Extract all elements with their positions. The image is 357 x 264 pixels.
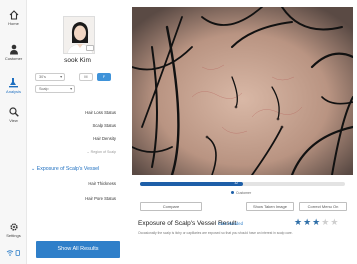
menu-vessel-label: Exposure of Scalp's Vessel [36, 166, 100, 172]
nav-analysis-label: Analysis [6, 89, 21, 94]
slider-legend: Customer [231, 191, 251, 195]
legend-dot [231, 191, 234, 194]
nav-settings-label: Settings [6, 233, 21, 238]
nav-view[interactable]: View [0, 107, 27, 123]
gender-female-toggle[interactable]: F [97, 73, 111, 81]
menu-hair-loss-status[interactable]: Hair Loss Status [85, 110, 116, 115]
star-filled-icon: ★ [303, 217, 313, 227]
status-badge: Care Needed [218, 221, 243, 226]
scalp-image [132, 7, 353, 175]
customer-icon [9, 44, 18, 55]
menu-exposure-of-scalp-vessel[interactable]: ⌄ Exposure of Scalp's Vessel [31, 166, 99, 172]
show-taken-image-button[interactable]: Show Taken Image [246, 202, 294, 211]
gender-male-toggle[interactable]: M [79, 73, 93, 81]
menu-hair-density[interactable]: Hair Density [93, 136, 116, 141]
search-icon [8, 107, 19, 117]
star-filled-icon: ★ [312, 217, 322, 227]
menu-scalp-status[interactable]: Scalp Status [92, 123, 116, 128]
show-all-results-button[interactable]: Show All Results [36, 241, 120, 258]
slider-fill: 32 [140, 181, 243, 186]
menu-region-of-scalp[interactable]: ⌄ Region of Scalp [87, 150, 116, 154]
wifi-icon [6, 250, 20, 256]
slider-value: 32 [234, 181, 239, 185]
nav-view-label: View [9, 118, 18, 123]
customer-name: sook Kim [64, 57, 91, 64]
category-value: Scalp [39, 87, 49, 91]
compare-button[interactable]: Compare [140, 202, 202, 211]
correct-menu-button[interactable]: Correct Menu On [299, 202, 347, 211]
menu-hair-thickness[interactable]: Hair Thickness [88, 181, 116, 186]
scalp-microscope-image[interactable] [132, 7, 353, 175]
rail-status-icons [0, 250, 27, 256]
age-dropdown[interactable]: 30's ▾ [35, 73, 65, 81]
profile-panel: sook Kim 30's ▾ M F Scalp ▾ Hair Loss St… [27, 0, 128, 264]
result-slider[interactable]: 32 [140, 181, 345, 186]
side-nav-rail: Home Customer Analysis View Settings [0, 0, 27, 264]
analysis-icon [9, 78, 18, 88]
battery-icon [15, 250, 20, 256]
rating-stars: ★★★★★ [294, 217, 339, 228]
age-value: 30's [39, 75, 46, 79]
nav-settings[interactable]: Settings [0, 222, 27, 238]
menu-hair-pore-status[interactable]: Hair Pore Status [85, 196, 116, 201]
nav-analysis[interactable]: Analysis [0, 77, 27, 94]
gear-icon [9, 223, 18, 231]
nav-customer[interactable]: Customer [0, 44, 27, 61]
star-empty-icon: ★ [330, 217, 340, 227]
nav-customer-label: Customer [4, 56, 23, 61]
home-icon [9, 10, 18, 20]
category-dropdown[interactable]: Scalp ▾ [35, 85, 75, 93]
result-description: Occasionally the scalp is itchy or capil… [138, 231, 293, 235]
nav-home[interactable]: Home [0, 10, 27, 26]
menu-region-label: Region of Scalp [90, 150, 116, 154]
chevron-down-icon: ▾ [70, 87, 72, 91]
star-filled-icon: ★ [294, 217, 304, 227]
legend-label: Customer [236, 191, 252, 195]
analysis-result-area: 32 Customer Compare Show Taken Image Cor… [128, 0, 357, 264]
camera-icon[interactable] [86, 45, 94, 51]
nav-home-label: Home [8, 21, 19, 26]
star-empty-icon: ★ [321, 217, 331, 227]
chevron-down-icon: ▾ [60, 75, 62, 79]
